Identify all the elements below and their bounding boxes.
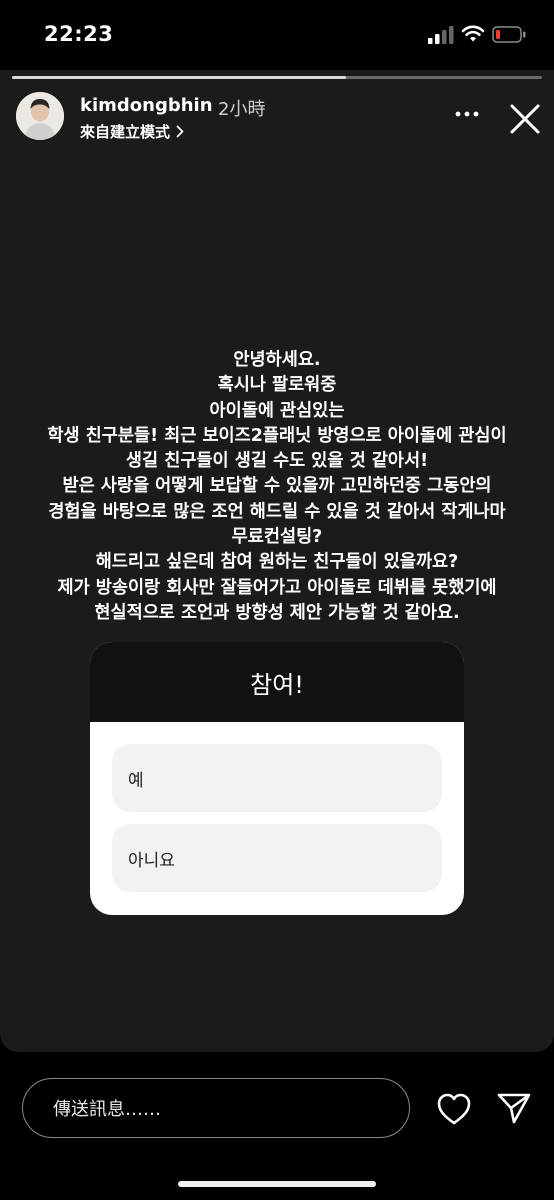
caption-line: 경험을 바탕으로 많은 조언 해드릴 수 있을 것 같아서 작게나마 xyxy=(48,501,506,522)
battery-icon xyxy=(492,26,526,43)
poll-header: 참여! xyxy=(90,642,464,722)
story-age: 2小時 xyxy=(218,99,266,120)
story-view[interactable]: kimdongbhin 2小時 來自建立模式 안녕하세요. 혹시나 팔로워중 아… xyxy=(0,70,554,1052)
story-caption: 안녕하세요. 혹시나 팔로워중 아이돌에 관심있는 학생 친구분들! 최근 보이… xyxy=(0,348,554,626)
story-source-link[interactable]: 來自建立模式 xyxy=(80,121,184,142)
caption-line: 해드리고 싶은데 참여 원하는 친구들이 있을까요? xyxy=(95,552,459,573)
poll-sticker: 참여! 예 아니요 xyxy=(90,642,464,915)
more-icon[interactable] xyxy=(452,104,482,124)
poll-option-yes[interactable]: 예 xyxy=(112,744,442,812)
close-icon[interactable] xyxy=(508,102,542,136)
story-source-label: 來自建立模式 xyxy=(80,123,171,141)
wifi-icon xyxy=(461,25,485,42)
caption-line: 학생 친구분들! 최근 보이즈2플래닛 방영으로 아이돌에 관심이 xyxy=(47,425,507,446)
caption-line: 혹시나 팔로워중 xyxy=(217,375,337,396)
chevron-right-icon xyxy=(176,125,184,138)
caption-line: 제가 방송이랑 회사만 잘들어가고 아이돌로 데뷔를 못했기에 xyxy=(57,577,497,598)
status-time: 22:23 xyxy=(44,22,114,46)
home-indicator xyxy=(178,1181,376,1187)
heart-icon[interactable] xyxy=(436,1092,472,1126)
avatar-image xyxy=(16,92,64,140)
story-progress-fill xyxy=(12,76,346,79)
poll-title: 참여! xyxy=(250,670,304,699)
poll-option-no[interactable]: 아니요 xyxy=(112,824,442,892)
message-input[interactable]: 傳送訊息…… xyxy=(22,1078,410,1138)
caption-line: 현실적으로 조언과 방향성 제안 가능할 것 같아요. xyxy=(94,602,460,623)
cellular-signal-icon xyxy=(428,26,454,44)
caption-line: 무료컨설팅? xyxy=(231,527,323,548)
caption-line: 생길 친구들이 생길 수도 있을 것 같아서! xyxy=(125,451,429,472)
send-icon[interactable] xyxy=(496,1090,532,1126)
message-placeholder: 傳送訊息…… xyxy=(53,1099,161,1120)
caption-line: 받은 사랑을 어떻게 보답할 수 있을까 고민하던중 그동안의 xyxy=(62,476,492,497)
story-progress-bar xyxy=(12,76,542,79)
avatar[interactable] xyxy=(16,92,64,140)
caption-line: 안녕하세요. xyxy=(233,350,321,370)
caption-line: 아이돌에 관심있는 xyxy=(209,400,345,421)
story-username[interactable]: kimdongbhin xyxy=(80,95,213,116)
status-bar: 22:23 xyxy=(0,0,554,72)
